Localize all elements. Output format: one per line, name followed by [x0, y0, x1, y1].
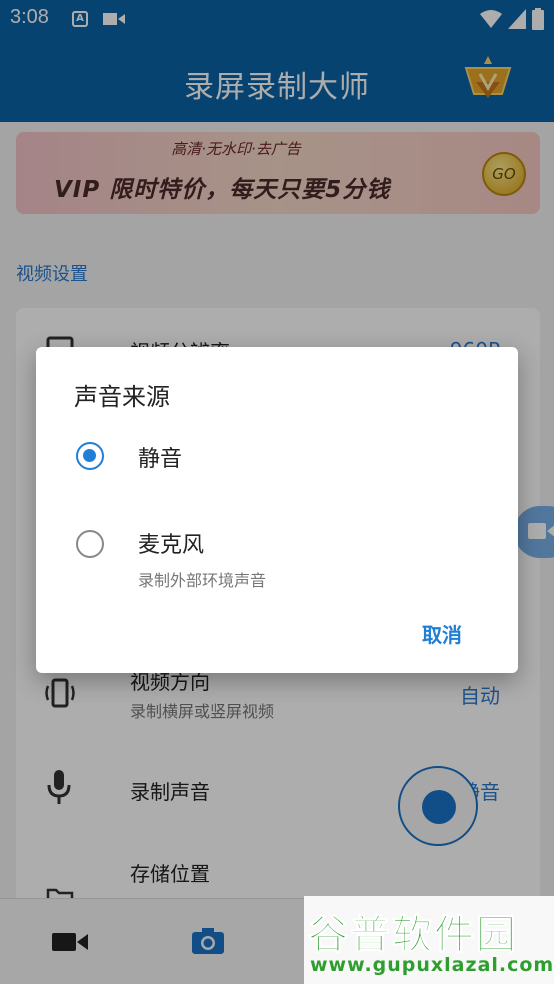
radio-microphone[interactable]: [76, 530, 104, 558]
option-label: 静音: [138, 447, 183, 472]
watermark-title: 谷普软件园: [308, 912, 518, 959]
watermark-url: www.gupuxlazal.com: [310, 954, 554, 976]
audio-source-dialog: 声音来源 静音 麦克风 录制外部环境声音 取消: [36, 347, 518, 673]
cancel-button[interactable]: 取消: [422, 619, 462, 648]
option-subtitle: 录制外部环境声音: [138, 571, 267, 590]
radio-mute[interactable]: [76, 442, 104, 470]
option-label: 麦克风: [138, 533, 205, 558]
watermark: 谷普软件园 www.gupuxlazal.com: [304, 896, 554, 984]
dialog-title: 声音来源: [74, 383, 170, 411]
